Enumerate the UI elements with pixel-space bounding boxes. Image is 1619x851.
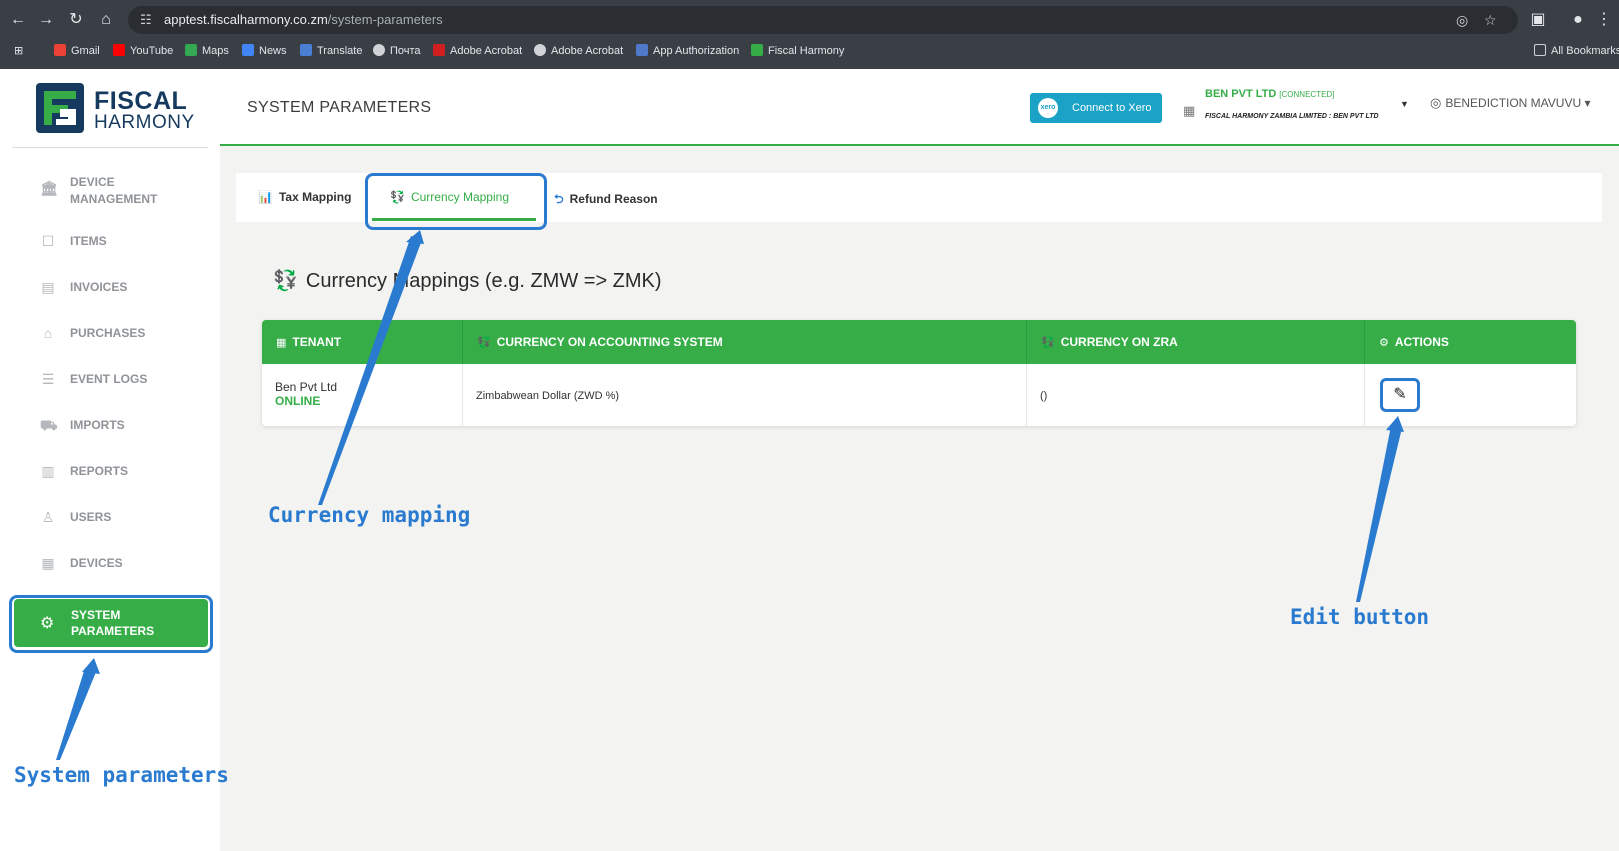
apps-icon[interactable]: ⊞ (14, 44, 23, 57)
invoice-icon: ▤ (41, 279, 55, 295)
organization-name[interactable]: BEN PVT LTD [CONNECTED] (1205, 88, 1334, 100)
status-badge: ONLINE (275, 394, 321, 408)
gear-icon: ⚙ (1379, 337, 1389, 349)
sidebar-item-label: ITEMS (70, 234, 107, 248)
highlight-system-parameters (9, 595, 213, 653)
sidebar-item-label: IMPORTS (70, 418, 125, 432)
address-row: ← → ↻ ⌂ ☷ apptest.fiscalharmony.co.zm/sy… (0, 4, 1619, 36)
cell-value: () (1040, 390, 1048, 402)
profile-icon[interactable]: ● (1568, 10, 1588, 30)
cart-icon: ⛟ (40, 417, 58, 433)
connect-xero-button[interactable]: xero Connect to Xero (1030, 93, 1162, 123)
table-row: Ben Pvt Ltd ONLINE (262, 364, 463, 426)
log-icon: ☰ (41, 371, 55, 387)
url-bar[interactable]: ☷ apptest.fiscalharmony.co.zm/system-par… (128, 6, 1518, 34)
cell-zra-currency: () (1027, 364, 1365, 426)
top-header: SYSTEM PARAMETERS xero Connect to Xero ▦… (220, 69, 1619, 146)
bookmark-pochta[interactable]: Почта (373, 44, 421, 57)
bookmark-youtube[interactable]: YouTube (113, 44, 173, 57)
tenant-name: Ben Pvt Ltd (275, 380, 338, 394)
edit-button[interactable]: ✎ (1380, 378, 1420, 412)
money-icon: 💱 (1041, 337, 1055, 349)
cell-accounting-currency: Zimbabwean Dollar (ZWD %) (463, 364, 1027, 426)
column-header-zra-currency: 💱 CURRENCY ON ZRA (1027, 320, 1365, 364)
pencil-icon: ✎ (1393, 386, 1407, 403)
sidebar-item-label: INVOICES (70, 280, 128, 294)
sidebar: FISCAL HARMONY 🏛 DEVICE MANAGEMENT ☐ ITEM… (0, 69, 220, 851)
logo[interactable]: FISCAL HARMONY (36, 83, 194, 135)
star-icon[interactable]: ☆ (1484, 12, 1497, 29)
chart-icon: ▥ (41, 463, 55, 479)
bookmark-adobe-acrobat-2[interactable]: Adobe Acrobat (534, 44, 623, 57)
sidebar-item-label: REPORTS (70, 464, 129, 478)
currency-mapping-table: ▦ TENANT 💱 CURRENCY ON ACCOUNTING SYSTEM 💱… (262, 320, 1576, 426)
bank-icon: 🏛 (40, 180, 58, 196)
bookmark-fiscal-harmony[interactable]: Fiscal Harmony (751, 44, 844, 57)
extensions-icon[interactable]: ▣ (1528, 10, 1548, 30)
forward-icon[interactable]: → (36, 10, 56, 30)
sidebar-item-label: DEVICE MANAGEMENT (70, 175, 158, 206)
section-title: 💱 Currency Mappings (e.g. ZMW => ZMK) (273, 270, 662, 292)
bookmarks-bar: ⊞ Gmail YouTube Maps News Translate Почт… (0, 40, 1619, 64)
xero-logo-icon: xero (1038, 98, 1058, 118)
organization-subtitle: FISCAL HARMONY ZAMBIA LIMITED : BEN PVT … (1205, 113, 1379, 120)
url-text: apptest.fiscalharmony.co.zm/system-param… (164, 12, 443, 27)
page-title: SYSTEM PARAMETERS (247, 99, 432, 116)
menu-icon[interactable]: ⋮ (1594, 10, 1614, 30)
bar-chart-icon: 📊 (258, 190, 273, 204)
column-header-actions: ⚙ ACTIONS (1379, 335, 1449, 349)
bookmark-adobe-acrobat-1[interactable]: Adobe Acrobat (433, 44, 522, 57)
all-bookmarks[interactable]: All Bookmarks (1534, 44, 1619, 57)
money-icon: 💱 (273, 270, 298, 292)
sidebar-divider (12, 147, 208, 148)
bookmark-maps[interactable]: Maps (185, 44, 229, 57)
user-circle-icon: ◎ (1430, 95, 1442, 110)
column-header-tenant: ▦ TENANT (262, 320, 463, 364)
bookmark-gmail[interactable]: Gmail (54, 44, 100, 57)
bookmark-translate[interactable]: Translate (300, 44, 362, 57)
annotation-edit-button: Edit button (1290, 605, 1430, 629)
home-icon[interactable]: ⌂ (96, 10, 116, 30)
tab-tax-mapping[interactable]: 📊 Tax Mapping (258, 190, 351, 204)
basket-icon: ⌂ (43, 325, 53, 341)
site-settings-icon[interactable]: ☷ (140, 12, 152, 28)
eye-off-icon[interactable]: ◎ (1456, 12, 1468, 29)
user-icon: ♙ (41, 509, 55, 525)
connect-xero-label: Connect to Xero (1072, 102, 1152, 114)
reload-icon[interactable]: ↻ (66, 10, 86, 30)
browser-chrome: ← → ↻ ⌂ ☷ apptest.fiscalharmony.co.zm/sy… (0, 0, 1619, 69)
annotation-currency-mapping: Currency mapping (268, 503, 471, 527)
column-header-accounting-currency: 💱 CURRENCY ON ACCOUNTING SYSTEM (463, 320, 1027, 364)
sidebar-item-label: PURCHASES (70, 326, 146, 340)
user-menu[interactable]: ◎ BENEDICTION MAVUVU ▾ (1430, 95, 1591, 111)
tab-refund-reason[interactable]: ⮌ Refund Reason (554, 190, 658, 211)
bookmark-app-authorization[interactable]: App Authorization (636, 44, 739, 57)
box-icon: ☐ (41, 233, 55, 249)
bookmark-news[interactable]: News (242, 44, 287, 57)
org-dropdown-chevron-icon[interactable]: ▼ (1400, 99, 1409, 109)
device-icon: ▦ (41, 555, 55, 571)
highlight-currency-mapping (365, 173, 547, 230)
logo-text-harmony: HARMONY (94, 112, 195, 133)
table-header: ▦ TENANT 💱 CURRENCY ON ACCOUNTING SYSTEM 💱… (262, 320, 1576, 364)
money-icon: 💱 (477, 337, 491, 349)
arrowhead-currency-mapping (406, 230, 424, 244)
sidebar-item-label: USERS (70, 510, 112, 524)
back-icon[interactable]: ← (8, 10, 28, 30)
refund-icon: ⮌ (554, 192, 564, 206)
building-icon: ▦ (1183, 103, 1196, 118)
sidebar-item-label: DEVICES (70, 556, 123, 570)
logo-mark-icon (36, 83, 84, 133)
sidebar-item-label: EVENT LOGS (70, 372, 148, 386)
table-icon: ▦ (276, 337, 287, 349)
cell-value: Zimbabwean Dollar (ZWD %) (476, 390, 620, 402)
annotation-system-parameters: System parameters (14, 763, 229, 787)
arrow-edit-button (1356, 426, 1402, 602)
